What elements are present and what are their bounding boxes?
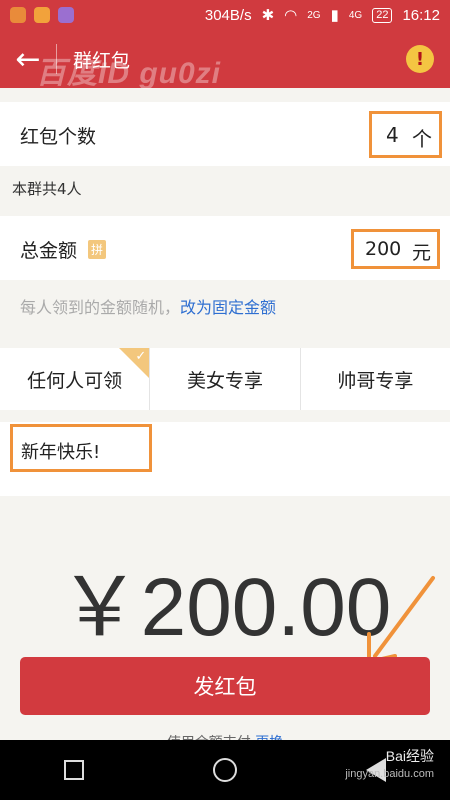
total-amount-input[interactable]: 200 元 (351, 229, 440, 269)
tab-anyone[interactable]: 任何人可领 ✓ (0, 348, 151, 410)
message-input[interactable]: 新年快乐! (10, 424, 152, 472)
tab-label: 任何人可领 (27, 369, 123, 392)
tab-label: 帅哥专享 (337, 369, 414, 392)
battery-indicator: 22 (372, 7, 393, 23)
packet-count-input[interactable]: 4 个 (369, 111, 442, 158)
baidu-watermark-title: Bai经验 (385, 748, 434, 764)
total-amount-unit: 元 (412, 242, 432, 264)
arrow-line (373, 576, 435, 658)
tab-male-only[interactable]: 帅哥专享 (301, 348, 450, 410)
exclamation-icon: ! (415, 48, 425, 70)
network-label-2g: 2G (307, 9, 321, 21)
notification-icons (10, 7, 74, 23)
packet-count-value: 4 (386, 123, 399, 147)
app-notification-icon (34, 7, 50, 23)
clock: 16:12 (402, 6, 440, 24)
network-label-4g: 4G (348, 9, 363, 21)
signal-icon: ▮ (330, 7, 339, 24)
message-text: 新年快乐! (21, 442, 101, 463)
fixed-amount-link[interactable]: 改为固定金额 (180, 298, 276, 317)
group-member-note: 本群共4人 (12, 180, 82, 198)
total-amount-value: 200 (365, 238, 402, 260)
check-icon: ✓ (135, 349, 147, 364)
app-notification-icon (10, 7, 26, 23)
amount-hint: 每人领到的金额随机，改为固定金额 (20, 294, 276, 318)
info-button[interactable]: ! (406, 45, 434, 73)
baidu-watermark-url: jingyan.baidu.com (345, 768, 434, 780)
network-speed: 304B/s (204, 6, 252, 24)
pin-badge: 拼 (88, 240, 107, 259)
tab-female-only[interactable]: 美女专享 (150, 348, 301, 410)
gallery-notification-icon (58, 7, 74, 23)
baidu-watermark: Bai经验 jingyan.baidu.com (345, 748, 434, 782)
wifi-icon: ◠ (284, 7, 298, 24)
bluetooth-icon: ✱ (261, 7, 275, 24)
title-bar: ← 群红包 百度ID gu0zi ! (0, 30, 450, 90)
recent-apps-button[interactable] (64, 760, 85, 780)
tab-label: 美女专享 (186, 369, 263, 392)
home-button[interactable] (212, 758, 237, 782)
packet-count-unit: 个 (412, 127, 432, 151)
packet-count-label: 红包个数 (20, 126, 97, 148)
status-bar: 304B/s ✱ ◠ 2G ▮ 4G 22 16:12 (0, 0, 450, 30)
send-red-packet-button[interactable]: 发红包 (20, 657, 430, 715)
amount-hint-text: 每人领到的金额随机， (20, 298, 181, 317)
total-amount-label: 总金额 (20, 240, 78, 262)
watermark: 百度ID gu0zi (36, 57, 222, 90)
recipient-tabs: 任何人可领 ✓ 美女专享 帅哥专享 (0, 348, 450, 410)
